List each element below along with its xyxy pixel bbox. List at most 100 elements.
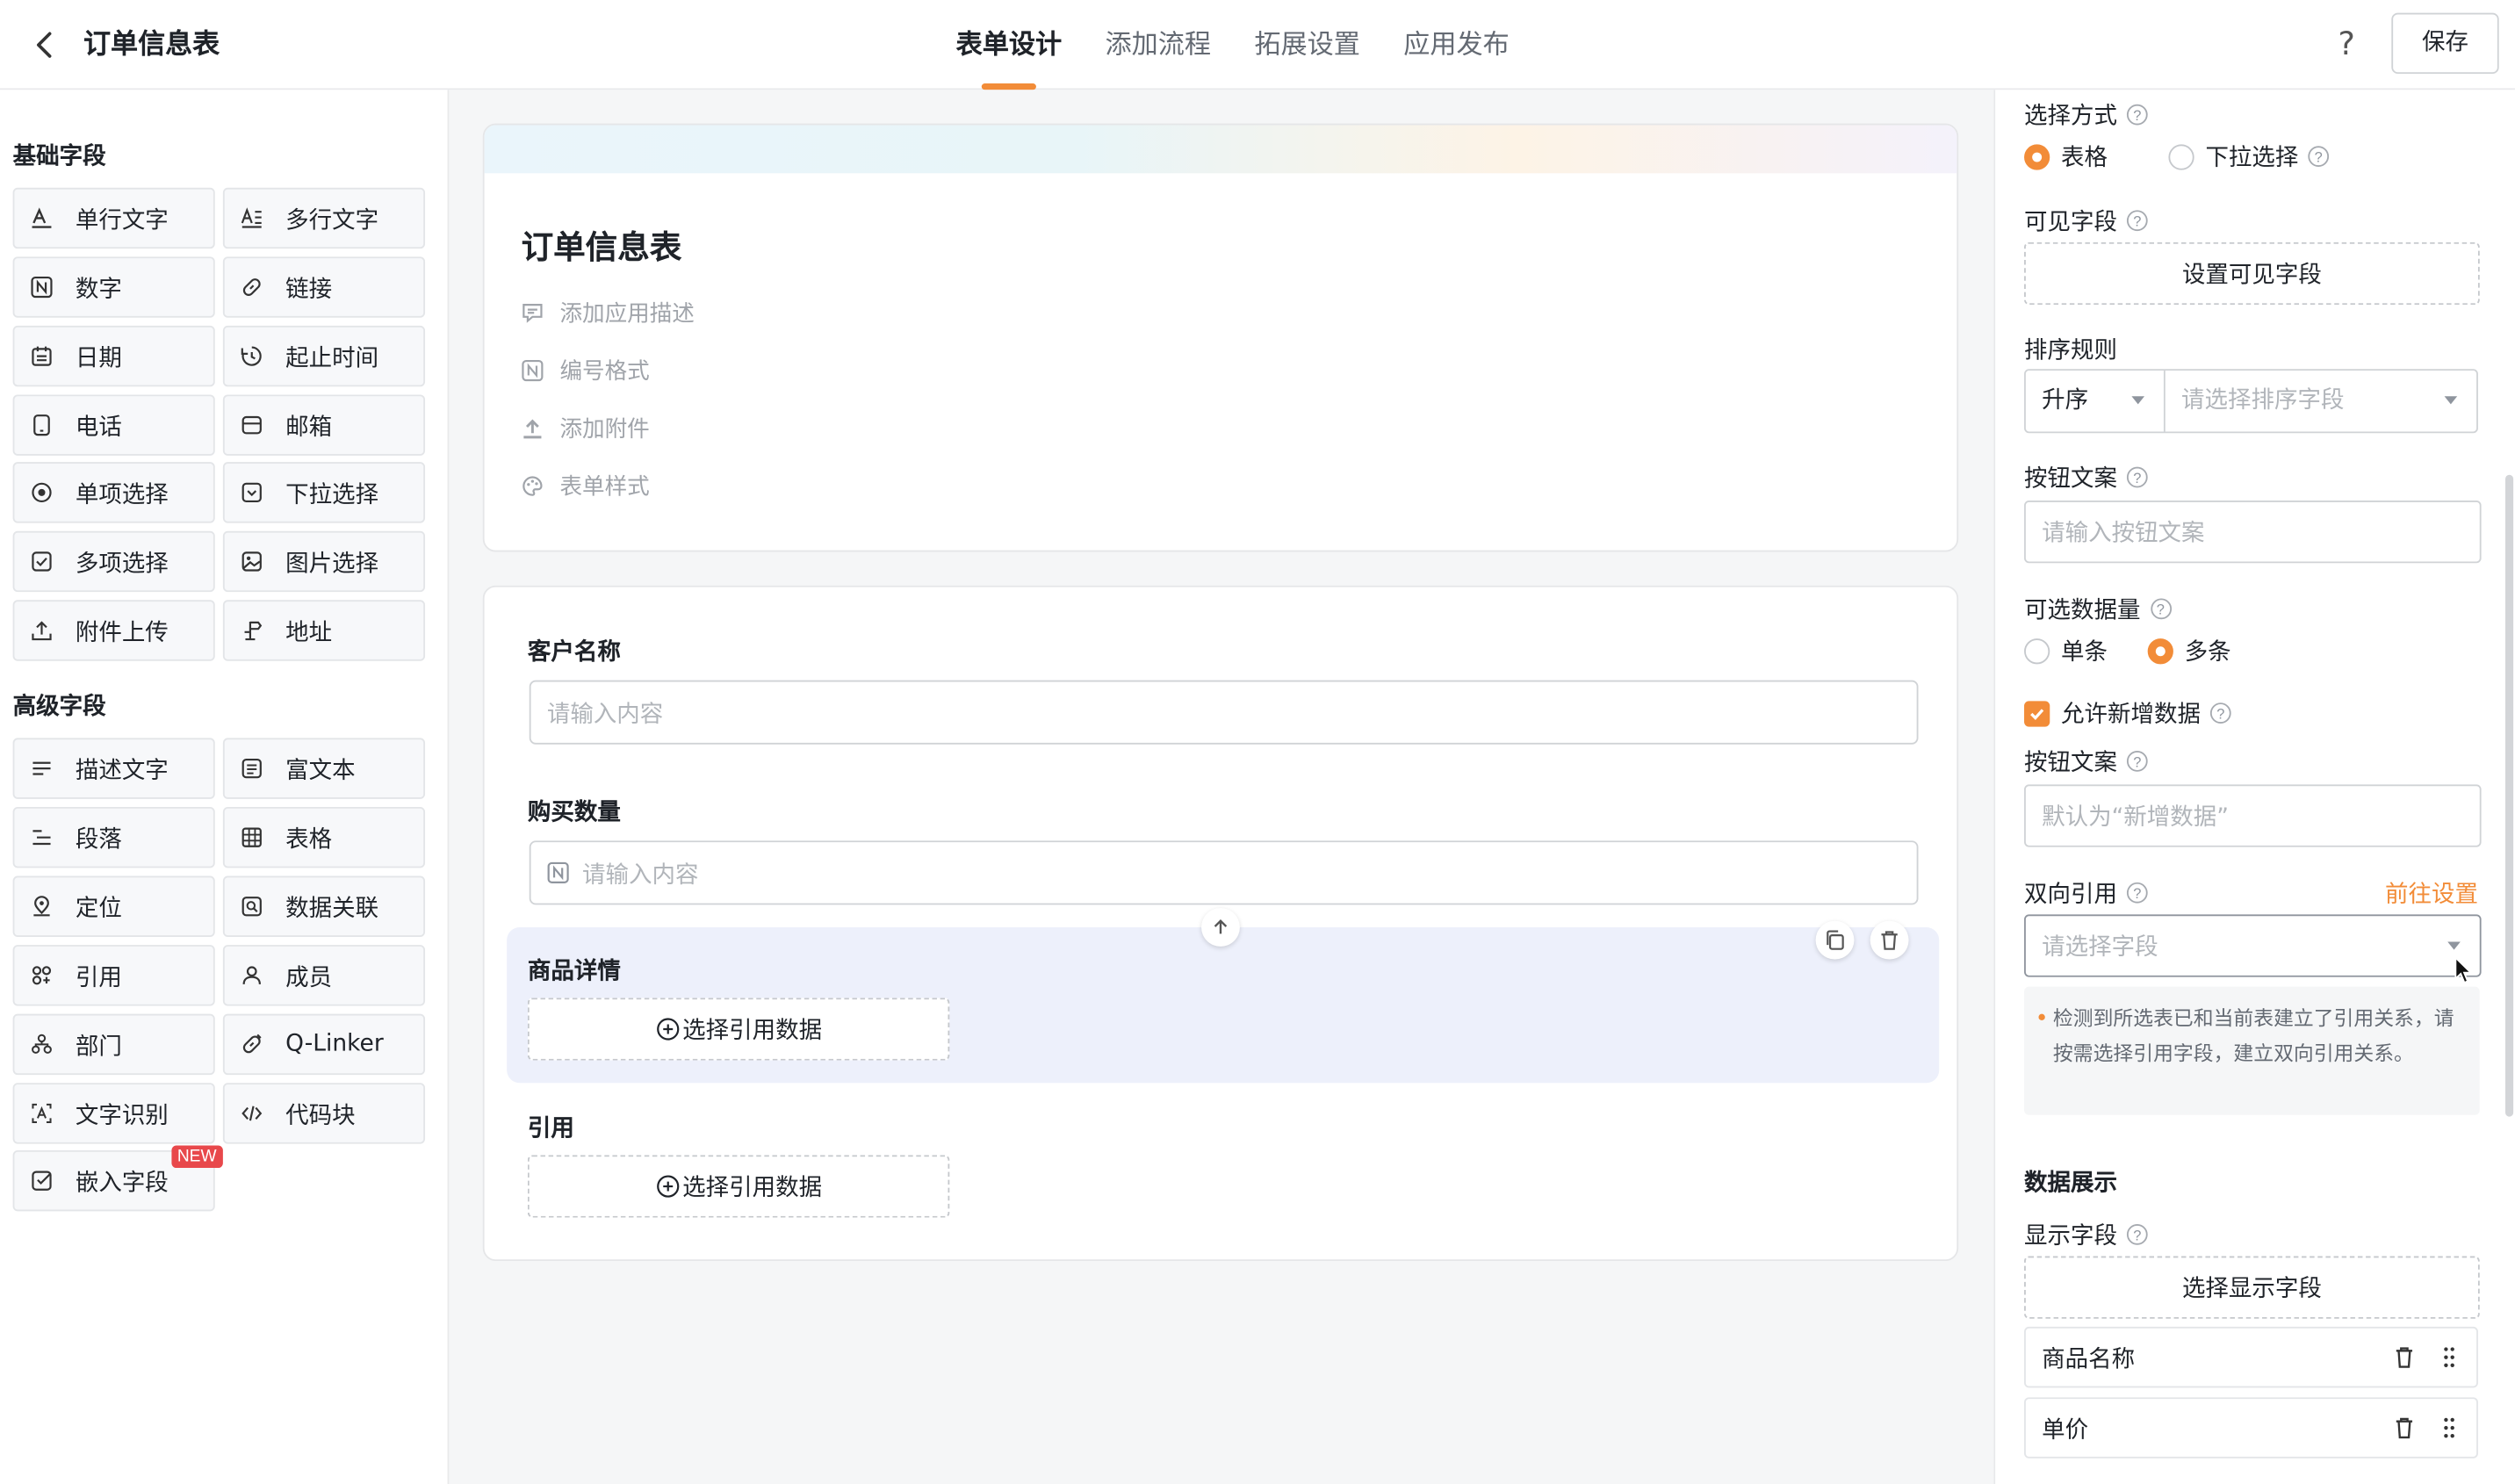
field-ocr[interactable]: 文字识别 <box>12 1083 215 1144</box>
tab-extension-settings[interactable]: 拓展设置 <box>1254 0 1360 90</box>
form-header-card: 订单信息表 添加应用描述 编号格式 添加附件 表单样式 <box>482 123 1959 552</box>
tab-app-publish[interactable]: 应用发布 <box>1403 0 1510 90</box>
label-text: 可选数据量 <box>2024 598 2141 624</box>
select-mode-table-radio[interactable]: 表格 <box>2024 140 2108 173</box>
field-paragraph[interactable]: 段落 <box>12 806 215 868</box>
top-tabs: 表单设计 添加流程 拓展设置 应用发布 <box>956 0 1553 90</box>
input-placeholder: 默认为“新增数据” <box>2042 805 2229 832</box>
embed-icon <box>31 1170 54 1192</box>
field-label: 图片选择 <box>285 551 379 577</box>
add-button-text-input[interactable]: 默认为“新增数据” <box>2024 784 2482 847</box>
button-label: 选择引用数据 <box>682 1176 823 1202</box>
count-single-radio[interactable]: 单条 <box>2024 634 2108 667</box>
select-mode-dropdown-radio[interactable]: 下拉选择? <box>2168 140 2330 173</box>
field-department[interactable]: 部门 <box>12 1013 215 1076</box>
radio-unchecked[interactable] <box>2024 638 2050 664</box>
help-circle-icon[interactable]: ? <box>2150 598 2172 620</box>
radio-unchecked[interactable] <box>2168 143 2194 169</box>
field-multi-text[interactable]: 多行文字 <box>222 187 426 249</box>
select-reference-data-button[interactable]: 选择引用数据 <box>527 998 950 1061</box>
display-field-item[interactable]: 单价 <box>2024 1397 2478 1459</box>
field-single-text[interactable]: 单行文字 <box>12 187 215 249</box>
properties-panel: 选择方式? 表格 下拉选择? 可见字段? 设置可见字段 排序规则 升序 请选择排… <box>1993 90 2515 1484</box>
move-up-icon[interactable] <box>1201 908 1240 947</box>
copy-icon[interactable] <box>1815 920 1855 960</box>
allow-add-data-checkbox[interactable]: 允许新增数据? <box>2024 696 2231 730</box>
sort-order-select[interactable]: 升序 <box>2026 371 2165 432</box>
set-visible-fields-button[interactable]: 设置可见字段 <box>2024 241 2480 306</box>
field-location[interactable]: 定位 <box>12 875 215 937</box>
field-q-linker[interactable]: Q-Linker <box>222 1013 426 1076</box>
display-field-label: 单价 <box>2042 1417 2089 1444</box>
field-multi-choice[interactable]: 多项选择 <box>12 530 215 593</box>
save-button[interactable]: 保存 <box>2391 12 2499 75</box>
tab-add-process[interactable]: 添加流程 <box>1105 0 1211 90</box>
back-arrow-icon[interactable] <box>25 25 64 64</box>
data-link-icon <box>241 895 263 918</box>
field-reference[interactable]: 引用 <box>12 945 215 1006</box>
field-single-choice[interactable]: 单项选择 <box>12 462 215 523</box>
radio-checked[interactable] <box>2147 638 2173 664</box>
quantity-input[interactable]: 请输入内容 <box>529 840 1919 905</box>
select-reference-data-button-2[interactable]: 选择引用数据 <box>527 1155 950 1218</box>
field-number[interactable]: 数字 <box>12 256 215 318</box>
help-circle-icon[interactable]: ? <box>2126 210 2148 232</box>
basic-fields-title: 基础字段 <box>12 144 106 170</box>
field-description[interactable]: 描述文字 <box>12 738 215 799</box>
label-text: 按钮文案 <box>2024 751 2117 777</box>
number-format[interactable]: 编号格式 <box>522 355 650 387</box>
checkbox-checked-icon[interactable] <box>2024 700 2050 726</box>
field-code-block[interactable]: 代码块 <box>222 1083 426 1144</box>
field-data-link[interactable]: 数据关联 <box>222 875 426 937</box>
customer-name-input[interactable]: 请输入内容 <box>529 680 1919 745</box>
help-circle-icon[interactable]: ? <box>2126 104 2148 126</box>
count-multiple-radio[interactable]: 多条 <box>2147 634 2231 667</box>
add-description[interactable]: 添加应用描述 <box>522 297 695 329</box>
display-field-item[interactable]: 商品名称 <box>2024 1326 2478 1388</box>
label-text: 显示字段 <box>2024 1224 2117 1250</box>
select-placeholder: 请选择字段 <box>2042 935 2158 962</box>
add-attachment[interactable]: 添加附件 <box>522 413 650 445</box>
help-circle-icon[interactable]: ? <box>2209 702 2231 724</box>
delete-icon[interactable] <box>2393 1344 2416 1370</box>
field-upload[interactable]: 附件上传 <box>12 600 215 661</box>
field-label: 地址 <box>285 620 333 646</box>
help-circle-icon[interactable]: ? <box>2308 146 2330 168</box>
delete-icon[interactable] <box>2393 1415 2416 1440</box>
field-time-range[interactable]: 起止时间 <box>222 325 426 387</box>
drag-handle-icon[interactable] <box>2441 1344 2457 1370</box>
field-table[interactable]: 表格 <box>222 806 426 868</box>
drag-handle-icon[interactable] <box>2441 1415 2457 1440</box>
help-circle-icon[interactable]: ? <box>2126 466 2148 488</box>
bidirectional-field-select[interactable]: 请选择字段 <box>2024 914 2482 977</box>
field-mail[interactable]: 邮箱 <box>222 394 426 456</box>
field-member[interactable]: 成员 <box>222 945 426 1006</box>
delete-icon[interactable] <box>1870 920 1909 960</box>
sort-field-select[interactable]: 请选择排序字段 <box>2165 371 2476 431</box>
field-label: 富文本 <box>285 758 356 784</box>
form-title[interactable]: 订单信息表 <box>522 221 682 268</box>
tab-form-design[interactable]: 表单设计 <box>956 0 1063 90</box>
field-dropdown[interactable]: 下拉选择 <box>222 462 426 523</box>
field-label: 日期 <box>75 345 122 371</box>
field-address[interactable]: 地址 <box>222 600 426 661</box>
go-to-settings-link[interactable]: 前往设置 <box>2385 876 2478 910</box>
meta-label: 表单样式 <box>559 474 650 501</box>
field-link[interactable]: 链接 <box>222 256 426 318</box>
field-embed[interactable]: 嵌入字段 NEW <box>12 1145 223 1212</box>
department-icon <box>31 1034 54 1056</box>
number-format-icon <box>522 359 544 382</box>
help-circle-icon[interactable]: ? <box>2126 882 2148 904</box>
panel-scrollbar[interactable] <box>2504 474 2514 1117</box>
field-phone[interactable]: 电话 <box>12 394 215 456</box>
field-date[interactable]: 日期 <box>12 325 215 387</box>
help-circle-icon[interactable]: ? <box>2126 1224 2148 1245</box>
radio-checked[interactable] <box>2024 143 2050 169</box>
field-rich-text[interactable]: 富文本 <box>222 738 426 799</box>
field-image-choice[interactable]: 图片选择 <box>222 530 426 593</box>
help-icon[interactable]: ? <box>2325 23 2367 65</box>
form-style[interactable]: 表单样式 <box>522 470 650 502</box>
select-display-fields-button[interactable]: 选择显示字段 <box>2024 1256 2480 1319</box>
button-text-input[interactable]: 请输入按钮文案 <box>2024 501 2482 564</box>
help-circle-icon[interactable]: ? <box>2126 751 2148 772</box>
